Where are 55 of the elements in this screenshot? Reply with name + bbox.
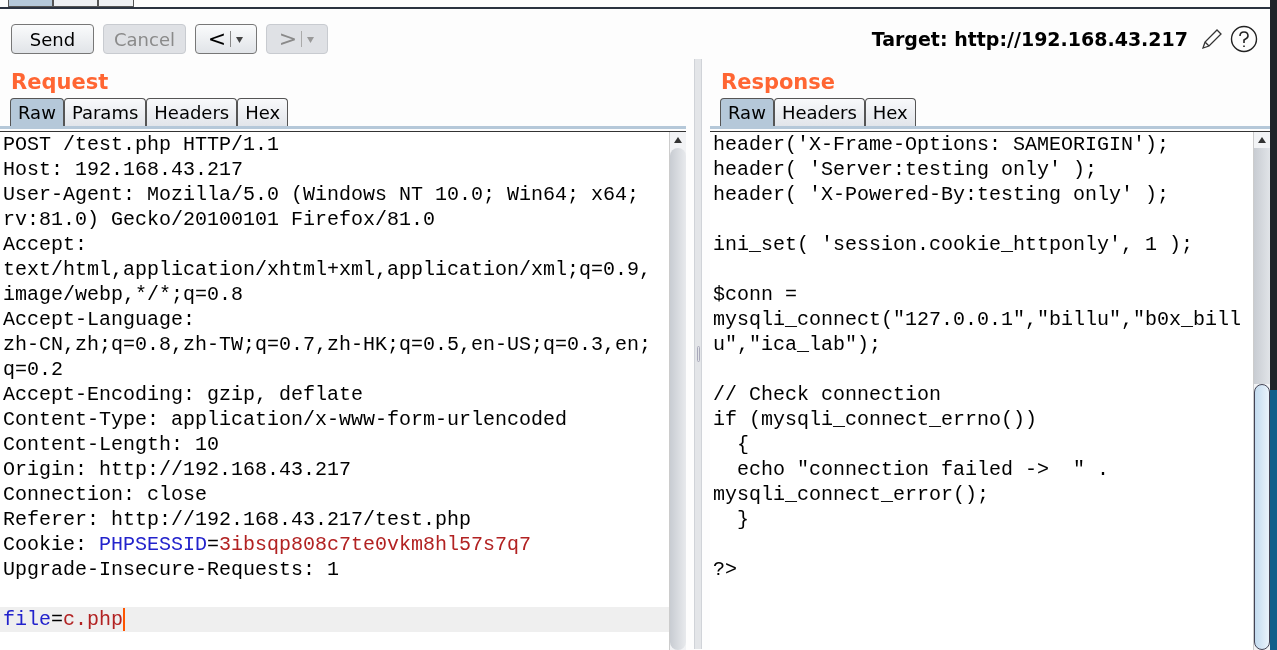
history-button[interactable]: < [195,24,257,54]
code-line: Host: 192.168.43.217 [3,158,244,181]
help-icon[interactable] [1230,25,1258,53]
editor-tab[interactable]: Headers [773,98,865,126]
code-line: rv:81.0) Gecko/20100101 Firefox/81.0 [3,208,436,231]
tab[interactable] [53,0,98,7]
code-line: header( 'Server:testing only' ); [713,158,1098,181]
code-line: mysqli_connect_error(); [713,483,990,506]
code-line: image/webp,*/*;q=0.8 [3,283,244,306]
code-line: Upgrade-Insecure-Requests: 1 [3,558,340,581]
target-label: Target: http://192.168.43.217 [871,26,1188,52]
code-line: Accept: [3,233,87,256]
panel-title: Request [10,69,110,96]
editor-tab[interactable]: Headers [146,98,238,126]
code-line: header( 'X-Powered-By:testing only' ); [713,183,1170,206]
text-cursor [123,608,126,631]
code-line: $conn = [713,283,797,306]
code-line: text/html,application/xhtml+xml,application/xml;q=0.9, [3,258,652,281]
scrollbar[interactable] [1253,132,1270,650]
code-line: ?> [713,558,737,581]
code-line: u","ica_lab"); [713,333,882,356]
code-line: Content-Length: 10 [3,433,220,456]
toolbar-button[interactable]: Send [11,24,94,54]
editor-tab[interactable]: Raw [720,98,774,126]
code-line: User-Agent: Mozilla/5.0 (Windows NT 10.0; Win64; x64; [3,183,640,206]
code-line: ini_set( 'session.cookie_httponly', 1 ); [713,233,1194,256]
tab[interactable] [98,0,134,7]
code-line: Origin: http://192.168.43.217 [3,458,352,481]
panel-title: Response [720,69,837,96]
code-line: Accept-Language: [3,308,196,331]
code-line: q=0.2 [3,358,63,381]
code-line: } [736,508,749,531]
code-line: Connection: close [3,483,208,506]
code-line: header('X-Frame-Options: SAMEORIGIN'); [713,133,1170,156]
code-line: Accept-Encoding: gzip, deflate [3,383,364,406]
caret-icon [235,34,245,44]
editor-tab[interactable]: Params [63,98,147,126]
editor-tab[interactable]: Hex [864,98,916,126]
editor-tab[interactable]: Hex [237,98,289,126]
code-line: file=c.php [3,607,124,632]
code-line: zh-CN,zh;q=0.8,zh-TW;q=0.7,zh-HK;q=0.5,en-US;q=0.3,en; [3,333,652,356]
code-line: Cookie: PHPSESSID=3ibsqp808c7te0vkm8hl57s7q7 [3,533,532,556]
code-line: // Check connection [713,383,942,406]
code-line: POST /test.php HTTP/1.1 [3,133,280,156]
code-line: { [736,433,749,456]
code-line: echo "connection failed -> " . [736,458,1110,481]
pencil-icon[interactable] [1200,27,1224,51]
tab[interactable] [8,0,53,7]
code-line: Referer: http://192.168.43.217/test.php [3,508,472,531]
code-line: Content-Type: application/x-www-form-urlencoded [3,408,568,431]
caret-icon [306,34,316,44]
code-line: mysqli_connect("127.0.0.1","billu","b0x_bill [713,308,1242,331]
editor-tab[interactable]: Raw [10,98,64,126]
scroll-thumb[interactable] [1254,384,1270,650]
code-line: if (mysqli_connect_errno()) [713,408,1038,431]
